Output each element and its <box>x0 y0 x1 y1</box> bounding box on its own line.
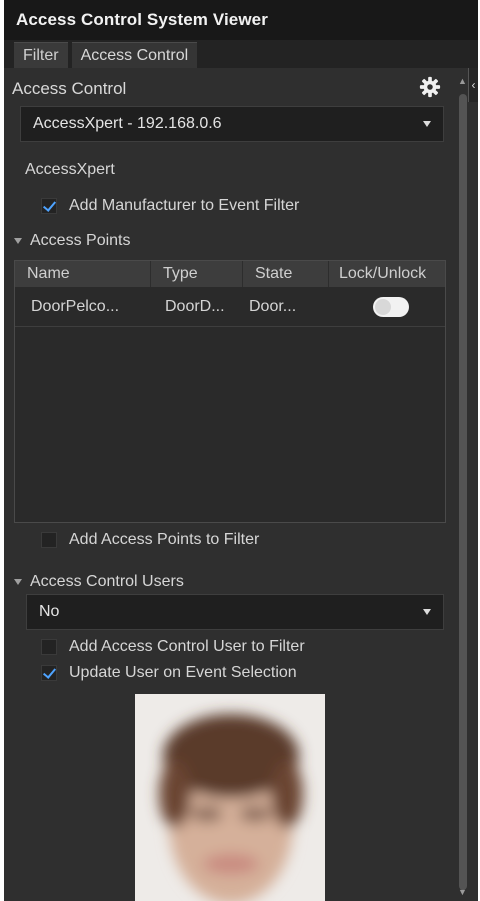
user-select-value: No <box>39 603 60 620</box>
column-header-lock-unlock[interactable]: Lock/Unlock <box>329 261 445 287</box>
manufacturer-label: AccessXpert <box>25 161 115 178</box>
column-header-name[interactable]: Name <box>15 261 151 287</box>
chevron-down-icon <box>423 121 431 127</box>
column-header-type[interactable]: Type <box>151 261 243 287</box>
add-user-row[interactable]: Add Access Control User to Filter <box>41 638 305 656</box>
user-photo <box>135 694 325 901</box>
window-title: Access Control System Viewer <box>16 10 268 29</box>
table-row[interactable]: DoorPelco... DoorD... Door... <box>15 287 445 327</box>
scrollbar-thumb[interactable] <box>459 94 467 890</box>
title-bar: Access Control System Viewer <box>4 0 478 40</box>
access-points-table: Name Type State Lock/Unlock DoorPelco...… <box>14 260 446 523</box>
users-heading: Access Control Users <box>30 573 184 590</box>
add-user-label: Add Access Control User to Filter <box>69 638 305 655</box>
tab-strip: Filter Access Control <box>4 40 478 68</box>
access-control-system-select[interactable]: AccessXpert - 192.168.0.6 <box>20 106 444 142</box>
access-points-heading: Access Points <box>30 232 131 249</box>
cell-name: DoorPelco... <box>31 298 120 315</box>
access-control-viewer-window: Access Control System Viewer Filter Acce… <box>4 0 478 901</box>
lock-unlock-toggle[interactable] <box>373 297 409 317</box>
add-manufacturer-row[interactable]: Add Manufacturer to Event Filter <box>41 197 299 215</box>
add-manufacturer-checkbox[interactable] <box>41 198 57 214</box>
tab-access-control[interactable]: Access Control <box>71 42 198 68</box>
tab-filter[interactable]: Filter <box>14 42 68 68</box>
users-section-header[interactable]: Access Control Users <box>14 573 184 591</box>
cell-state: Door... <box>249 298 297 315</box>
add-manufacturer-label: Add Manufacturer to Event Filter <box>69 197 300 214</box>
add-access-points-checkbox[interactable] <box>41 532 57 548</box>
access-control-user-select[interactable]: No <box>26 594 444 630</box>
update-user-row[interactable]: Update User on Event Selection <box>41 664 297 682</box>
scroll-down-arrow-icon[interactable]: ▼ <box>458 887 467 897</box>
add-user-checkbox[interactable] <box>41 639 57 655</box>
chevron-left-icon: ‹ <box>471 78 476 92</box>
collapse-panel-handle[interactable]: ‹ <box>468 68 478 102</box>
column-header-state[interactable]: State <box>243 261 329 287</box>
cell-type: DoorD... <box>165 298 225 315</box>
vertical-scrollbar[interactable]: ▲ ▼ <box>455 74 469 901</box>
collapse-triangle-icon <box>14 579 22 585</box>
access-control-heading: Access Control <box>12 79 127 98</box>
table-header: Name Type State Lock/Unlock <box>15 261 445 287</box>
cell-lock-unlock <box>329 287 445 326</box>
collapse-triangle-icon <box>14 238 22 244</box>
update-user-checkbox[interactable] <box>41 665 57 681</box>
access-points-section-header[interactable]: Access Points <box>14 232 130 250</box>
system-select-value: AccessXpert - 192.168.0.6 <box>33 115 222 132</box>
chevron-down-icon <box>423 609 431 615</box>
add-access-points-label: Add Access Points to Filter <box>69 531 260 548</box>
update-user-label: Update User on Event Selection <box>69 664 297 681</box>
user-portrait-icon <box>135 694 325 901</box>
add-access-points-row[interactable]: Add Access Points to Filter <box>41 531 259 549</box>
scroll-up-arrow-icon[interactable]: ▲ <box>458 76 467 86</box>
gear-icon[interactable] <box>419 76 441 98</box>
